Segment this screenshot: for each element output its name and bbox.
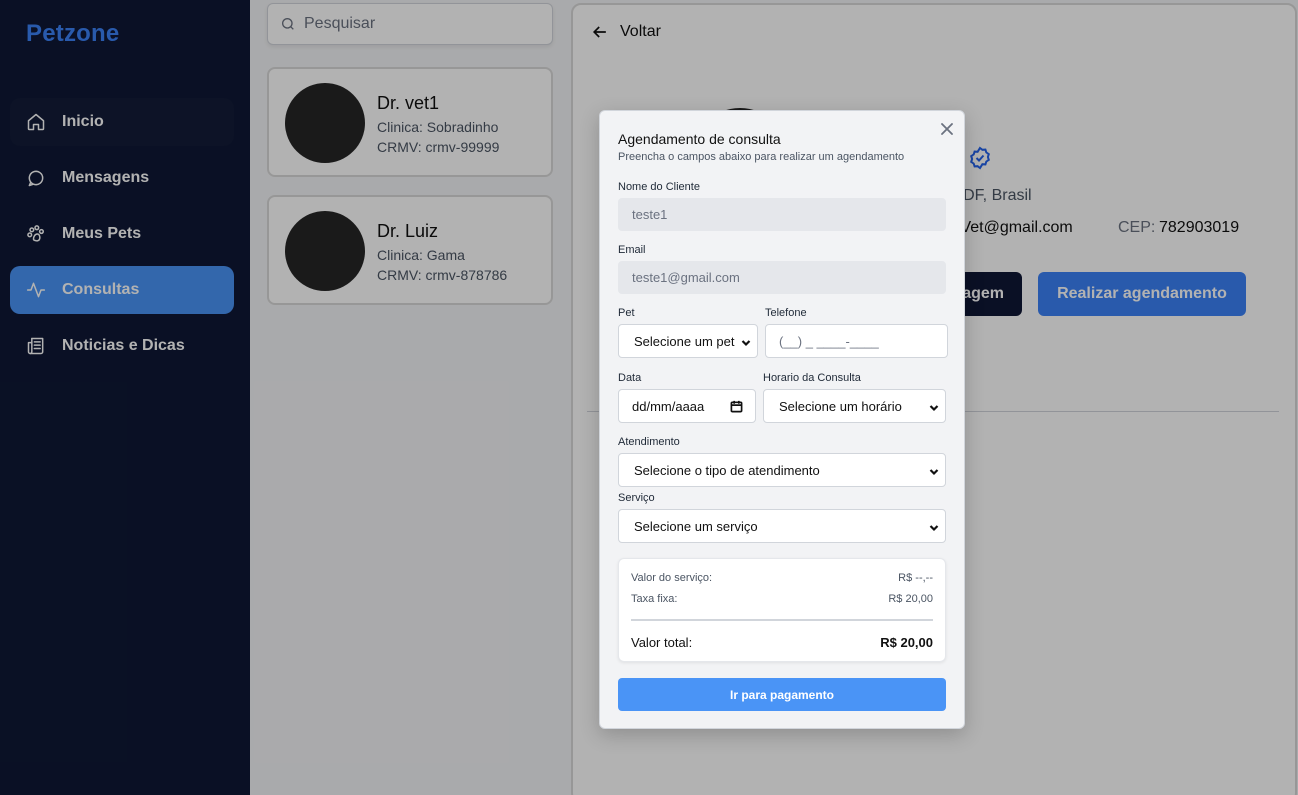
service-price-value: R$ --,-- bbox=[898, 572, 933, 584]
fee-value: R$ 20,00 bbox=[888, 593, 933, 605]
service-select[interactable]: Selecione um serviço bbox=[618, 509, 946, 543]
chevron-down-icon bbox=[741, 336, 751, 347]
service-price-label: Valor do serviço: bbox=[631, 572, 713, 584]
total-row: Valor total: R$ 20,00 bbox=[631, 635, 933, 650]
attendance-label: Atendimento bbox=[618, 436, 680, 448]
email-field[interactable]: teste1@gmail.com bbox=[618, 261, 946, 294]
chevron-down-icon bbox=[929, 465, 939, 476]
service-price-row: Valor do serviço: R$ --,-- bbox=[631, 572, 933, 584]
modal-subtitle: Preencha o campos abaixo para realizar u… bbox=[618, 151, 905, 163]
fee-row: Taxa fixa: R$ 20,00 bbox=[631, 593, 933, 605]
phone-field[interactable]: (__) _ ____-____ bbox=[765, 324, 948, 358]
chevron-down-icon bbox=[929, 521, 939, 532]
time-label: Horario da Consulta bbox=[763, 372, 861, 384]
summary-divider bbox=[631, 619, 933, 621]
date-label: Data bbox=[618, 372, 642, 384]
fee-label: Taxa fixa: bbox=[631, 593, 678, 605]
close-button[interactable] bbox=[940, 122, 954, 136]
attendance-select[interactable]: Selecione o tipo de atendimento bbox=[618, 453, 946, 487]
pet-select[interactable]: Selecione um pet bbox=[618, 324, 758, 358]
date-field[interactable]: dd/mm/aaaa bbox=[618, 389, 756, 423]
date-placeholder: dd/mm/aaaa bbox=[632, 398, 705, 414]
go-to-payment-button[interactable]: Ir para pagamento bbox=[618, 678, 946, 711]
service-label: Serviço bbox=[618, 492, 655, 504]
pet-label: Pet bbox=[618, 307, 635, 319]
client-name-label: Nome do Cliente bbox=[618, 181, 700, 193]
client-name-field[interactable]: teste1 bbox=[618, 198, 946, 231]
email-label: Email bbox=[618, 244, 646, 256]
attendance-select-value: Selecione o tipo de atendimento bbox=[634, 462, 820, 478]
time-select-value: Selecione um horário bbox=[779, 398, 902, 414]
pet-select-value: Selecione um pet bbox=[634, 333, 735, 349]
total-value: R$ 20,00 bbox=[880, 635, 933, 650]
total-label: Valor total: bbox=[631, 635, 693, 650]
modal-title: Agendamento de consulta bbox=[618, 131, 781, 147]
close-icon bbox=[941, 123, 953, 135]
time-select[interactable]: Selecione um horário bbox=[763, 389, 946, 423]
phone-label: Telefone bbox=[765, 307, 807, 319]
calendar-icon[interactable] bbox=[730, 400, 743, 413]
service-select-value: Selecione um serviço bbox=[634, 518, 758, 534]
price-summary: Valor do serviço: R$ --,-- Taxa fixa: R$… bbox=[618, 558, 946, 662]
chevron-down-icon bbox=[929, 401, 939, 412]
